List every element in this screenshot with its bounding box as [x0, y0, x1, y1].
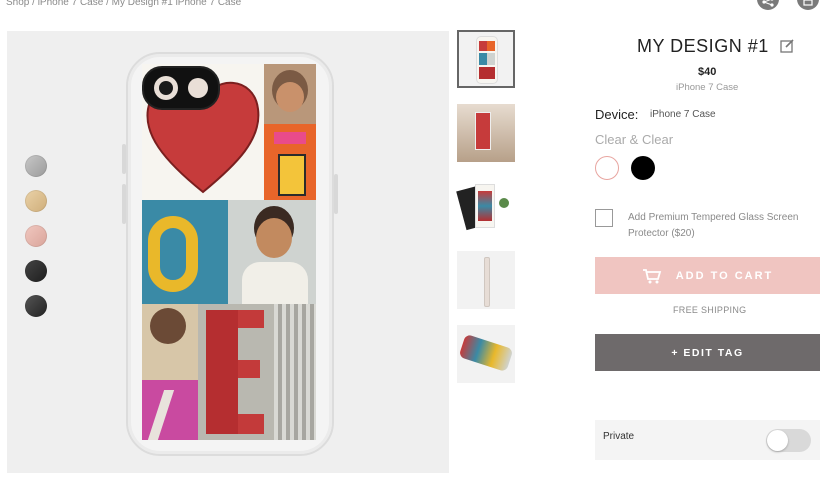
collage-letter-tile — [264, 124, 316, 200]
product-title-text: MY DESIGN #1 — [637, 36, 769, 56]
collage-photo-child — [264, 64, 316, 124]
collage-letter-o — [142, 200, 228, 304]
breadcrumb-shop[interactable]: Shop — [6, 0, 29, 8]
swatch-black[interactable] — [25, 260, 47, 282]
device-label: Device: — [595, 107, 639, 122]
price: $40 — [698, 66, 717, 78]
edit-tag-button[interactable]: + EDIT TAG — [595, 334, 820, 371]
toggle-knob — [767, 430, 788, 451]
breadcrumb-separator: / — [106, 0, 109, 8]
private-toggle[interactable] — [766, 429, 811, 452]
swatch-silver[interactable] — [25, 155, 47, 177]
private-label: Private — [603, 431, 635, 442]
swatch-rose-gold[interactable] — [25, 225, 47, 247]
device-value[interactable]: iPhone 7 Case — [650, 109, 716, 120]
add-to-cart-label: ADD TO CART — [675, 269, 774, 282]
screen-protector-checkbox[interactable] — [595, 209, 613, 227]
edit-icon[interactable] — [780, 37, 795, 58]
case-button — [334, 174, 338, 214]
case-button — [122, 144, 126, 174]
swatch-jet-black[interactable] — [25, 295, 47, 317]
shipping-note: FREE SHIPPING — [673, 305, 747, 315]
phone-case-image — [122, 52, 338, 456]
product-title: MY DESIGN #1 — [637, 36, 795, 58]
breadcrumb-iphone-7-case[interactable]: iPhone 7 Case — [38, 0, 104, 8]
share-icon[interactable] — [757, 0, 779, 10]
finish-option-clear[interactable] — [595, 156, 619, 180]
thumb-flat[interactable] — [457, 325, 515, 383]
add-to-cart-button[interactable]: ADD TO CART — [595, 257, 820, 294]
thumb-front[interactable] — [457, 30, 515, 88]
collage-photo-boy — [228, 200, 316, 304]
thumb-side[interactable] — [457, 251, 515, 309]
breadcrumb-current: My Design #1 iPhone 7 Case — [111, 0, 242, 8]
private-setting: Private — [595, 420, 820, 460]
breadcrumb: Shop / iPhone 7 Case / My Design #1 iPho… — [6, 0, 241, 8]
collage-letter-v — [142, 304, 198, 440]
thumb-packaging[interactable] — [456, 178, 515, 236]
cart-icon[interactable] — [797, 0, 819, 10]
finish-option-black[interactable] — [631, 156, 655, 180]
product-subtitle: iPhone 7 Case — [676, 82, 739, 93]
case-button — [122, 184, 126, 224]
thumb-lifestyle[interactable] — [457, 104, 515, 162]
cart-icon — [642, 268, 661, 283]
screen-protector-label: Add Premium Tempered Glass Screen Protec… — [628, 212, 799, 239]
camera-cutout — [142, 66, 220, 110]
edit-tag-label: + EDIT TAG — [671, 346, 744, 359]
collage-letter-e — [198, 304, 316, 440]
finish-label: Clear & Clear — [595, 132, 674, 147]
swatch-gold[interactable] — [25, 190, 47, 212]
breadcrumb-separator: / — [32, 0, 35, 8]
